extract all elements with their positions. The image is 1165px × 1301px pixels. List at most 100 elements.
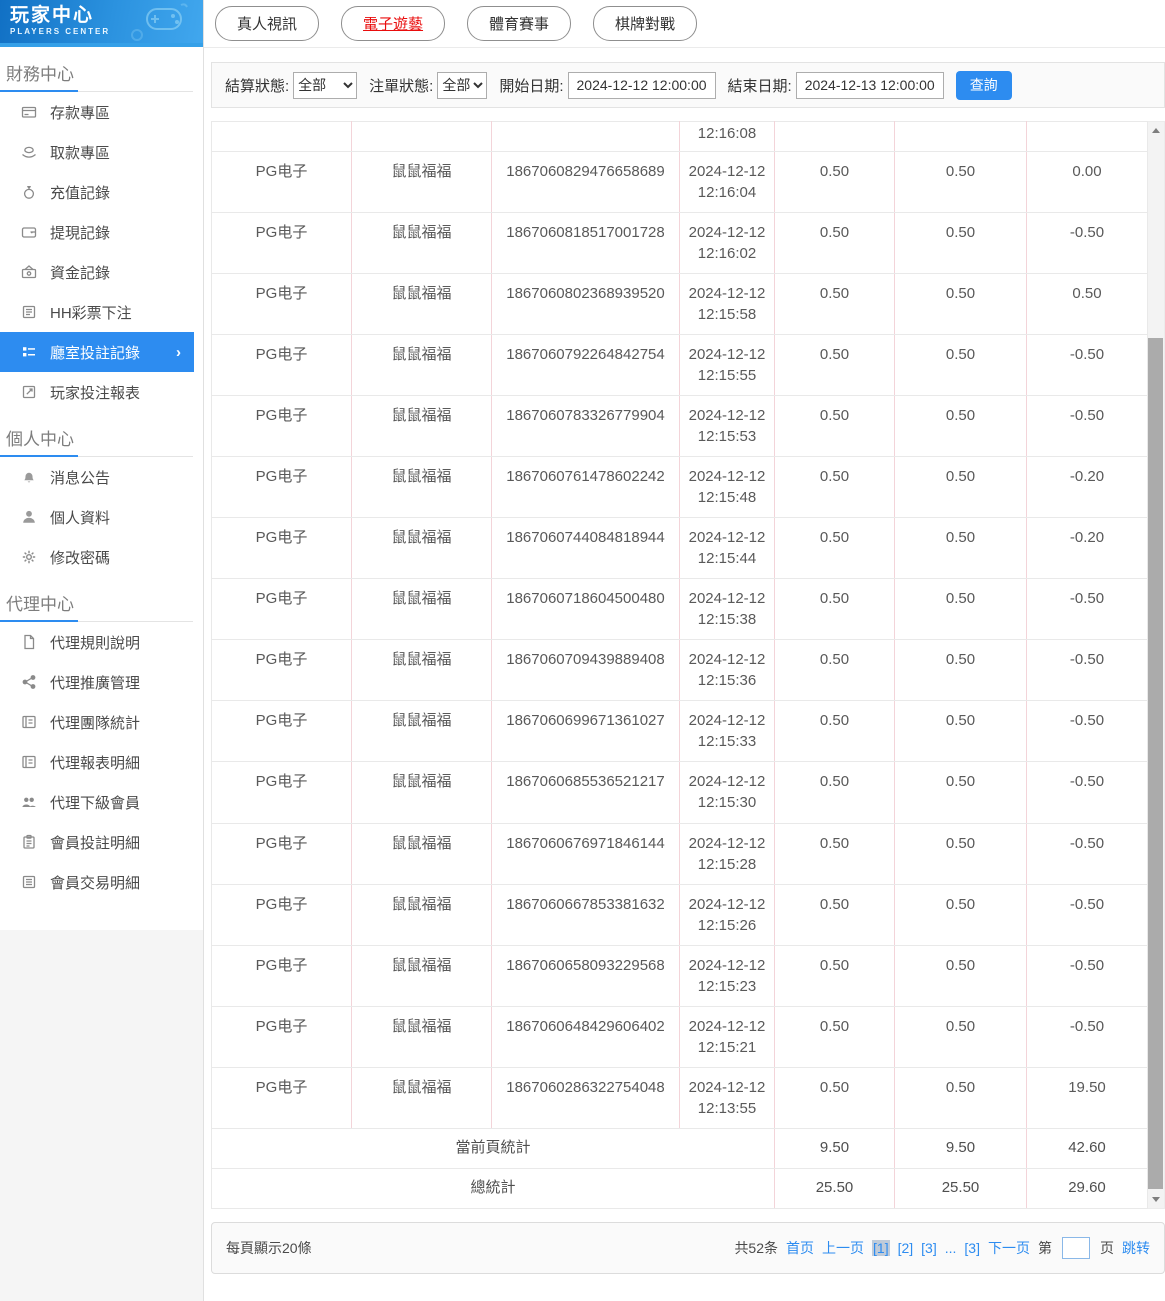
cell-platform: PG电子 (211, 212, 352, 275)
sidebar-item-change-password[interactable]: 修改密碼 (0, 537, 194, 577)
cell-bet: 0.50 (774, 1006, 895, 1068)
search-button[interactable]: 查詢 (955, 70, 1012, 100)
sidebar-item-agent-rules[interactable]: 代理規則說明 (0, 622, 194, 662)
sidebar-item-agent-team-stats[interactable]: 代理團隊統計 (0, 702, 194, 742)
tab-sports[interactable]: 體育賽事 (467, 6, 572, 41)
triangle-up-icon (1151, 128, 1160, 133)
cell-bet: 0.50 (774, 823, 895, 885)
document-icon (20, 634, 37, 650)
cell-game: 鼠鼠福福 (351, 700, 492, 763)
cell-profit: -0.50 (1026, 884, 1148, 946)
table-row: PG电子 鼠鼠福福 1867060829476658689 2024-12-12… (211, 151, 1148, 214)
vertical-scrollbar[interactable] (1148, 121, 1165, 1209)
cell-platform: PG电子 (211, 700, 352, 763)
cell-order-id: 1867060699671361027 (491, 700, 680, 763)
sidebar-item-label: 個人資料 (50, 509, 111, 527)
page-last-link[interactable]: [3] (964, 1240, 980, 1256)
table-row: PG电子 鼠鼠福福 1867060658093229568 2024-12-12… (211, 945, 1148, 1007)
cell-bet: 0.50 (774, 517, 895, 580)
cell-order-id (491, 121, 680, 153)
cell-bet: 0.50 (774, 456, 895, 519)
sidebar-item-member-bet-detail[interactable]: 會員投註明細 (0, 822, 194, 862)
cell-time: 2024-12-12 12:15:23 (679, 945, 775, 1007)
coin-purse-icon (20, 264, 37, 280)
sidebar-item-room-bet-records[interactable]: 廳室投註記錄 › (0, 332, 194, 372)
summary-profit: 42.60 (1026, 1128, 1148, 1169)
table-row: PG电子 鼠鼠福福 1867060744084818944 2024-12-12… (211, 517, 1148, 580)
cell-game: 鼠鼠福福 (351, 1006, 492, 1068)
cell-valid-bet: 0.50 (894, 395, 1027, 458)
sidebar-item-funds-record[interactable]: 資金記錄 (0, 252, 194, 292)
jump-page-input[interactable] (1062, 1237, 1090, 1259)
settle-status-select[interactable]: 全部 (293, 71, 358, 99)
sidebar-item-player-bet-report[interactable]: 玩家投注報表 (0, 372, 194, 412)
cell-platform: PG电子 (211, 945, 352, 1007)
sidebar-item-member-transaction-detail[interactable]: 會員交易明細 (0, 862, 194, 902)
cell-valid-bet: 0.50 (894, 823, 1027, 885)
order-status-select[interactable]: 全部 (437, 71, 488, 99)
sidebar-item-profile[interactable]: 個人資料 (0, 497, 194, 537)
table-row: PG电子 鼠鼠福福 1867060286322754048 2024-12-12… (211, 1067, 1148, 1129)
tab-label: 電子遊藝 (363, 16, 424, 33)
tab-board-games[interactable]: 棋牌對戰 (593, 6, 698, 41)
scroll-down-button[interactable] (1148, 1191, 1163, 1208)
cell-order-id: 1867060709439889408 (491, 639, 680, 702)
cell-time: 2024-12-12 12:15:53 (679, 395, 775, 458)
table-row: PG电子 鼠鼠福福 1867060792264842754 2024-12-12… (211, 334, 1148, 397)
cell-profit: -0.50 (1026, 578, 1148, 641)
page-size-text: 每頁顯示20條 (226, 1240, 312, 1256)
sidebar-item-recharge-record[interactable]: 充值記錄 (0, 172, 194, 212)
sidebar-logo: 玩家中心 PLAYERS CENTER (0, 0, 203, 47)
prev-page-link[interactable]: 上一页 (822, 1238, 864, 1258)
tab-electronic-games[interactable]: 電子遊藝 (341, 6, 446, 41)
cell-game: 鼠鼠福福 (351, 761, 492, 824)
first-page-link[interactable]: 首页 (786, 1238, 814, 1258)
cell-order-id: 1867060648429606402 (491, 1006, 680, 1068)
sidebar-item-announcements[interactable]: 消息公告 (0, 457, 194, 497)
members-icon (20, 794, 37, 810)
tab-label: 真人視訊 (237, 16, 298, 33)
table-row: PG电子 鼠鼠福福 1867060648429606402 2024-12-12… (211, 1006, 1148, 1068)
cell-valid-bet: 0.50 (894, 700, 1027, 763)
cell-time: 2024-12-12 12:15:58 (679, 273, 775, 336)
main-content: 真人視訊 電子遊藝 體育賽事 棋牌對戰 結算狀態: 全部 注單狀態: 全部 開始… (204, 0, 1165, 1301)
cell-profit: -0.50 (1026, 334, 1148, 397)
sidebar-item-withdraw-record[interactable]: 提現記錄 (0, 212, 194, 252)
scroll-up-button[interactable] (1148, 122, 1163, 139)
sidebar-item-agent-report-detail[interactable]: 代理報表明細 (0, 742, 194, 782)
sidebar-item-agent-sub-members[interactable]: 代理下級會員 (0, 782, 194, 822)
end-date-input[interactable] (795, 71, 944, 99)
table-row: PG电子 鼠鼠福福 1867060709439889408 2024-12-12… (211, 639, 1148, 702)
sidebar-item-agent-promotion[interactable]: 代理推廣管理 (0, 662, 194, 702)
page-3-link[interactable]: [3] (921, 1240, 937, 1256)
cell-game: 鼠鼠福福 (351, 334, 492, 397)
page-1-current[interactable]: [1] (872, 1240, 890, 1256)
cell-order-id: 1867060667853381632 (491, 884, 680, 946)
cell-profit: -0.20 (1026, 517, 1148, 580)
cell-platform: PG电子 (211, 151, 352, 214)
sidebar-item-hh-lottery[interactable]: HH彩票下注 (0, 292, 194, 332)
next-page-link[interactable]: 下一页 (988, 1238, 1030, 1258)
sidebar-item-withdraw[interactable]: 取款專區 (0, 132, 194, 172)
jump-button[interactable]: 跳转 (1122, 1238, 1150, 1258)
table-body: 12:16:08 PG电子 鼠鼠福福 1867060829476658689 2… (211, 121, 1148, 1210)
page-2-link[interactable]: [2] (898, 1240, 914, 1256)
page-ellipsis: ... (944, 1240, 957, 1256)
summary-bet: 25.50 (774, 1168, 895, 1210)
sidebar-item-deposit[interactable]: 存款專區 (0, 92, 194, 132)
tab-live-video[interactable]: 真人視訊 (215, 6, 320, 41)
scrollbar-thumb[interactable] (1148, 338, 1163, 1189)
cell-platform: PG电子 (211, 639, 352, 702)
table-row: PG电子 鼠鼠福福 1867060718604500480 2024-12-12… (211, 578, 1148, 641)
cell-valid-bet: 0.50 (894, 517, 1027, 580)
sidebar-item-label: 代理規則說明 (50, 634, 141, 652)
table-row: PG电子 鼠鼠福福 1867060802368939520 2024-12-12… (211, 273, 1148, 336)
sidebar-item-label: 取款專區 (50, 144, 111, 162)
cell-bet: 0.50 (774, 700, 895, 763)
summary-valid-bet: 25.50 (894, 1168, 1027, 1210)
cell-game: 鼠鼠福福 (351, 1067, 492, 1129)
table-row: PG电子 鼠鼠福福 1867060699671361027 2024-12-12… (211, 700, 1148, 763)
sidebar-item-label: 存款專區 (50, 104, 111, 122)
start-date-input[interactable] (567, 71, 716, 99)
cell-time: 2024-12-12 12:15:21 (679, 1006, 775, 1068)
